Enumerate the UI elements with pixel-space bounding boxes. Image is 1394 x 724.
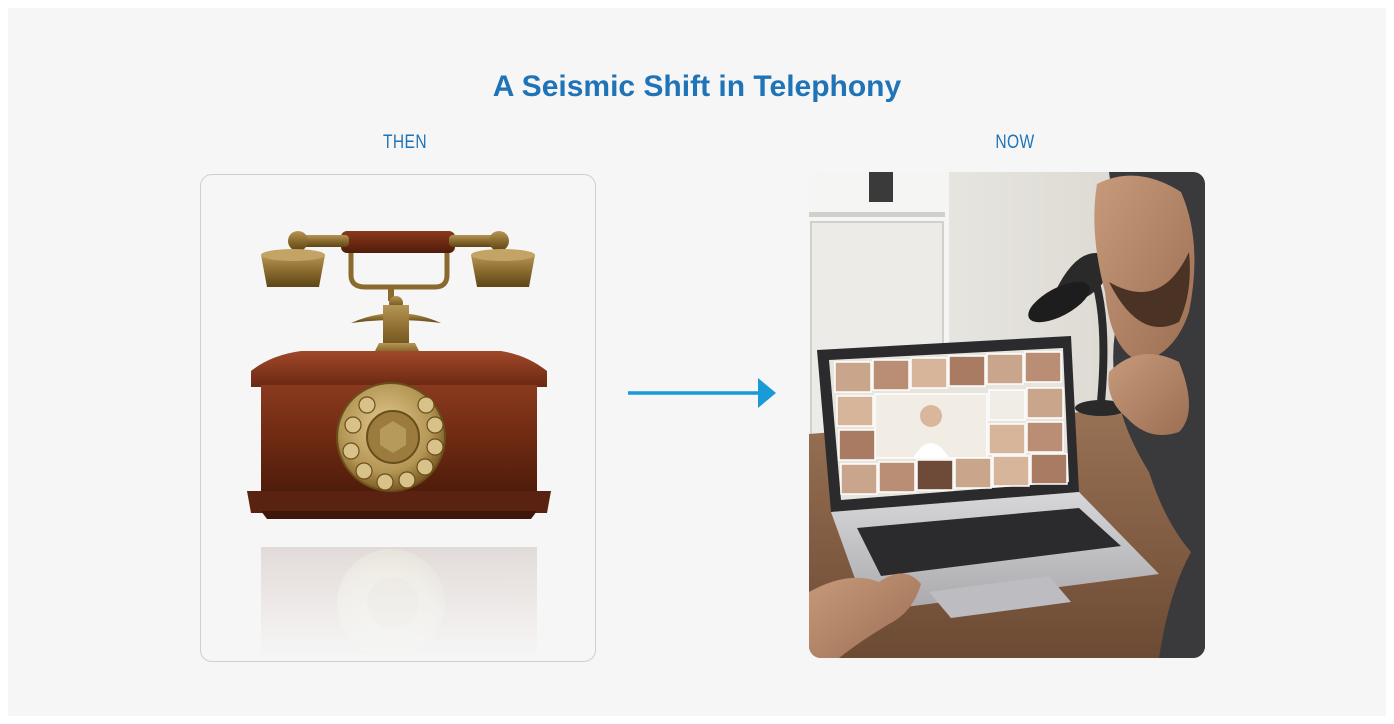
right-arrow-icon	[628, 378, 776, 408]
then-image-card	[200, 174, 596, 662]
antique-telephone-image	[241, 231, 561, 661]
now-image-card	[809, 172, 1205, 658]
now-label: NOW	[995, 132, 1035, 153]
video-conference-image	[809, 172, 1205, 658]
slide-title: A Seismic Shift in Telephony	[492, 70, 902, 103]
then-label: THEN	[382, 132, 428, 153]
